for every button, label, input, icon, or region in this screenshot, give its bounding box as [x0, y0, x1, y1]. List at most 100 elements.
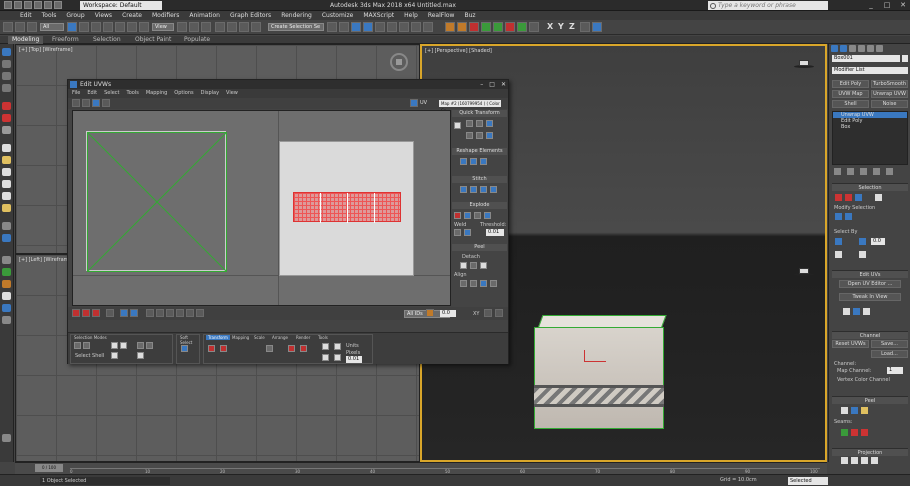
axis-plane-icon[interactable]: [592, 22, 602, 32]
stack-item-box[interactable]: Box: [833, 124, 907, 130]
box-primitive-icon[interactable]: [2, 144, 11, 152]
select-by-material-icon[interactable]: [835, 251, 842, 258]
uvw-map-button[interactable]: UVW Map: [832, 90, 869, 98]
redo-button[interactable]: [15, 22, 25, 32]
make-unique-icon[interactable]: [860, 168, 867, 175]
reshape-elements-header[interactable]: Reshape Elements: [452, 148, 507, 155]
vertex-subobject-icon[interactable]: [74, 342, 81, 349]
cameras-icon[interactable]: [2, 84, 11, 92]
uv-vertex-mode-icon[interactable]: [72, 309, 80, 317]
lower-tab-mapping[interactable]: Mapping: [232, 335, 249, 340]
stairs-icon[interactable]: [2, 280, 11, 288]
threshold-field[interactable]: 0.01: [486, 229, 504, 236]
select-by-smoothing-icon[interactable]: [859, 251, 866, 258]
uv-face-mode-icon[interactable]: [92, 309, 100, 317]
sphere-primitive-icon[interactable]: [2, 156, 11, 164]
dialog-maximize-icon[interactable]: □: [489, 80, 495, 89]
axis-constraint-icon[interactable]: [580, 22, 590, 32]
transform-align-icon[interactable]: [334, 343, 341, 350]
material-editor-icon[interactable]: [411, 22, 421, 32]
rect-selection-icon[interactable]: [91, 22, 101, 32]
uvw-menu-view[interactable]: View: [226, 89, 238, 98]
angle-snap-icon[interactable]: [227, 22, 237, 32]
viewcube-icon[interactable]: [390, 53, 408, 71]
point-to-point-seam-icon[interactable]: [861, 407, 868, 414]
render-production-icon[interactable]: [457, 22, 467, 32]
vertex-select-icon[interactable]: [835, 194, 842, 201]
uv-checker-icon[interactable]: [426, 309, 434, 317]
plugin-e-icon[interactable]: [529, 22, 539, 32]
lower-tab-transform[interactable]: Transform: [206, 335, 230, 340]
uv-axis-label[interactable]: UV: [420, 100, 427, 106]
ribbon-tab-freeform[interactable]: Freeform: [52, 36, 79, 44]
ribbon-tab-modeling[interactable]: Modeling: [8, 36, 44, 44]
dialog-minimize-icon[interactable]: –: [480, 80, 483, 89]
shrink-selection-icon[interactable]: [845, 213, 852, 220]
menu-realflow[interactable]: RealFlow: [428, 11, 455, 20]
align-v-icon[interactable]: [470, 280, 477, 287]
edit-uvws-titlebar[interactable]: Edit UVWs – □ ✕: [68, 80, 508, 89]
select-object-icon[interactable]: [67, 22, 77, 32]
uvw-scale-icon[interactable]: [92, 99, 100, 107]
planar-map-icon[interactable]: [841, 457, 848, 464]
unwrap-uvw-button[interactable]: Unwrap UVW: [871, 90, 908, 98]
aec-icon[interactable]: [2, 316, 11, 324]
uvw-menu-options[interactable]: Options: [174, 89, 193, 98]
geosphere-primitive-icon[interactable]: [2, 204, 11, 212]
select-by-name-icon[interactable]: [79, 22, 89, 32]
edge-select-icon[interactable]: [845, 194, 852, 201]
rotate-ccw-icon[interactable]: [486, 132, 493, 139]
cylinder-primitive-icon[interactable]: [2, 168, 11, 176]
axis-y-button[interactable]: Y: [558, 22, 564, 31]
align-u-icon[interactable]: [460, 280, 467, 287]
select-by-element-icon[interactable]: [835, 238, 842, 245]
straighten-selection-icon[interactable]: [470, 158, 477, 165]
uvw-freeform-icon[interactable]: [102, 99, 110, 107]
curve-editor-icon[interactable]: [387, 22, 397, 32]
align-icon[interactable]: [339, 22, 349, 32]
uv-zoom-field[interactable]: 0.0: [440, 310, 456, 317]
move-icon[interactable]: [115, 22, 125, 32]
plane-primitive-icon[interactable]: [2, 222, 11, 230]
quick-map-icon[interactable]: [853, 308, 860, 315]
undo-icon[interactable]: [44, 1, 52, 9]
align-to-edge-icon[interactable]: [476, 132, 483, 139]
rotate-icon[interactable]: [127, 22, 137, 32]
configure-modifier-icon[interactable]: [886, 168, 893, 175]
menu-help[interactable]: Help: [404, 11, 418, 20]
create-tab-icon[interactable]: [831, 45, 838, 52]
plugin-c-icon[interactable]: [505, 22, 515, 32]
uv-freeze-icon[interactable]: [186, 309, 194, 317]
uvw-menu-edit[interactable]: Edit: [87, 89, 97, 98]
weld-selected-icon[interactable]: [484, 212, 491, 219]
projection-rollout-header[interactable]: Projection: [832, 448, 908, 456]
modify-tab-icon[interactable]: [840, 45, 847, 52]
uvw-menu-mapping[interactable]: Mapping: [146, 89, 167, 98]
spacewarps-icon[interactable]: [2, 114, 11, 122]
transform-rotate-icon[interactable]: [220, 345, 227, 352]
align-edge-icon[interactable]: [490, 280, 497, 287]
uvw-menu-tools[interactable]: Tools: [127, 89, 139, 98]
schematic-view-icon[interactable]: [399, 22, 409, 32]
uv-shrink-icon[interactable]: [156, 309, 164, 317]
pivot-icon[interactable]: [177, 22, 187, 32]
undo-button[interactable]: [3, 22, 13, 32]
break-icon[interactable]: [454, 212, 461, 219]
realflow-icon[interactable]: [469, 22, 479, 32]
rendered-frame-icon[interactable]: [445, 22, 455, 32]
named-selection-dropdown[interactable]: Create Selection Se: [268, 23, 324, 31]
menu-create[interactable]: Create: [122, 11, 142, 20]
viewcube-home-icon[interactable]: [794, 60, 814, 68]
xy-label[interactable]: XY: [473, 311, 479, 317]
snaps-toggle-icon[interactable]: [215, 22, 225, 32]
menu-rendering[interactable]: Rendering: [281, 11, 312, 20]
ribbon-toggle-icon[interactable]: [375, 22, 385, 32]
stitch-source-icon[interactable]: [480, 186, 487, 193]
transform-grid-icon[interactable]: [334, 354, 341, 361]
select-by-value-field[interactable]: 0.0: [871, 238, 885, 245]
layer-explorer-icon[interactable]: [363, 22, 373, 32]
grow-selection-icon[interactable]: [835, 213, 842, 220]
uv-hide-icon[interactable]: [176, 309, 184, 317]
uvw-rotate-icon[interactable]: [82, 99, 90, 107]
vertex-color-channel-radio[interactable]: Vertex Color Channel: [837, 377, 890, 383]
